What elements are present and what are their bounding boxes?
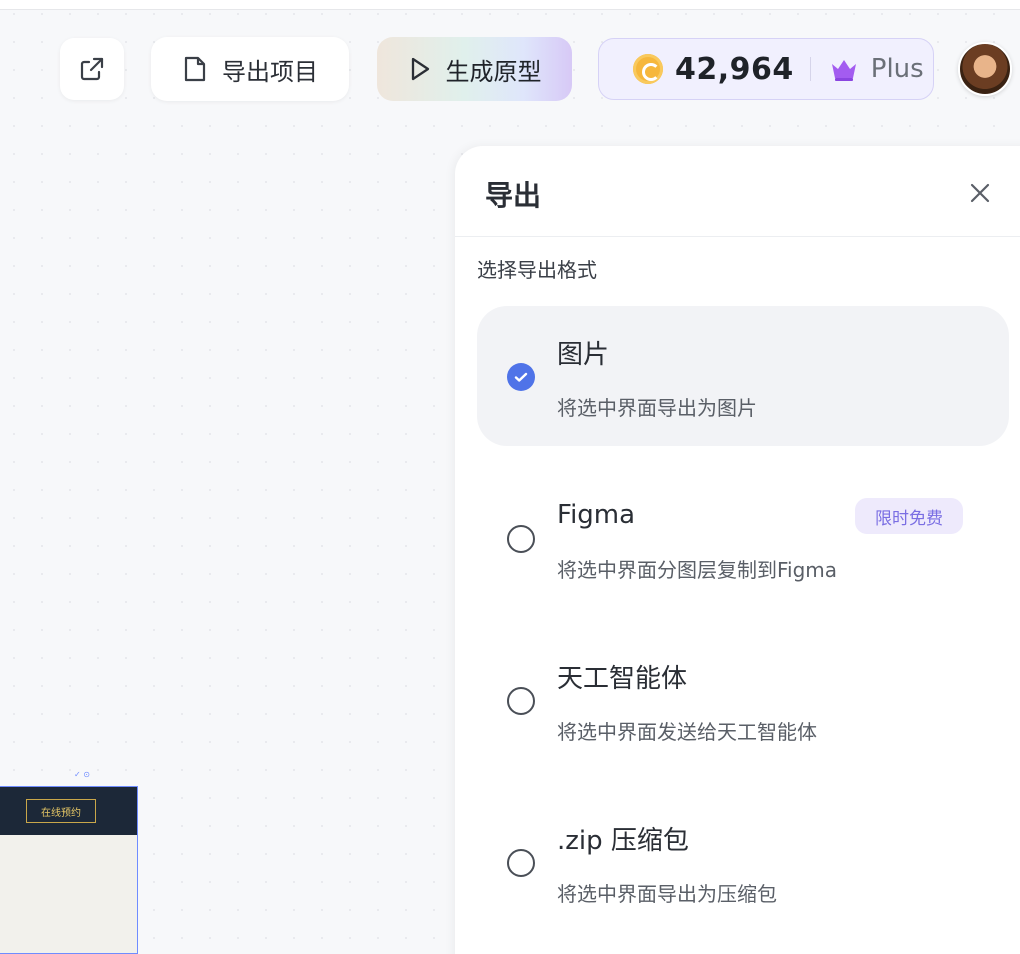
generate-prototype-button[interactable]: 生成原型 bbox=[377, 37, 572, 101]
user-avatar[interactable] bbox=[958, 42, 1012, 96]
radio-unchecked[interactable] bbox=[507, 525, 535, 553]
credits-value: 42,964 bbox=[675, 51, 794, 87]
plan-label: Plus bbox=[870, 54, 924, 84]
frame-header: 在线预约 bbox=[0, 787, 137, 835]
option-title: 天工智能体 bbox=[557, 664, 688, 694]
close-icon bbox=[970, 183, 990, 203]
play-icon bbox=[411, 57, 429, 81]
export-project-button[interactable]: 导出项目 bbox=[151, 37, 349, 101]
radio-checked[interactable] bbox=[507, 363, 535, 391]
radio-unchecked[interactable] bbox=[507, 687, 535, 715]
frame-button: 在线预约 bbox=[26, 799, 96, 823]
option-figma[interactable]: Figma 将选中界面分图层复制到Figma bbox=[477, 468, 1009, 608]
option-description: 将选中界面导出为压缩包 bbox=[557, 882, 777, 906]
external-link-icon bbox=[80, 57, 104, 81]
option-image[interactable]: 图片 将选中界面导出为图片 bbox=[477, 306, 1009, 446]
panel-divider bbox=[455, 236, 1020, 237]
option-title: Figma bbox=[557, 500, 636, 530]
credits-chip[interactable]: 42,964 Plus bbox=[598, 38, 934, 100]
check-icon bbox=[514, 372, 528, 382]
crown-icon bbox=[831, 60, 856, 81]
export-panel: 导出 选择导出格式 图片 将选中界面导出为图片 Figma 将选中界面分图层复制… bbox=[455, 146, 1020, 954]
close-button[interactable] bbox=[965, 178, 995, 208]
frame-tag: ✓ ⊙ bbox=[74, 770, 90, 779]
window-top-edge bbox=[0, 0, 1020, 10]
export-project-label: 导出项目 bbox=[222, 57, 318, 86]
option-title: .zip 压缩包 bbox=[557, 826, 689, 856]
option-agent[interactable]: 天工智能体 将选中界面发送给天工智能体 bbox=[477, 630, 1009, 770]
coin-icon bbox=[633, 54, 663, 84]
option-description: 将选中界面导出为图片 bbox=[557, 396, 757, 420]
chip-divider bbox=[809, 57, 811, 81]
panel-title: 导出 bbox=[485, 179, 542, 212]
option-zip[interactable]: .zip 压缩包 将选中界面导出为压缩包 bbox=[477, 792, 1009, 932]
file-icon bbox=[184, 56, 206, 82]
option-title: 图片 bbox=[557, 340, 610, 370]
free-badge: 限时免费 bbox=[855, 498, 963, 534]
option-description: 将选中界面发送给天工智能体 bbox=[557, 720, 817, 744]
canvas-frame[interactable]: 在线预约 bbox=[0, 786, 138, 954]
generate-prototype-label: 生成原型 bbox=[445, 57, 542, 86]
share-button[interactable] bbox=[60, 38, 124, 100]
section-label: 选择导出格式 bbox=[477, 258, 597, 282]
option-description: 将选中界面分图层复制到Figma bbox=[557, 558, 838, 582]
radio-unchecked[interactable] bbox=[507, 849, 535, 877]
